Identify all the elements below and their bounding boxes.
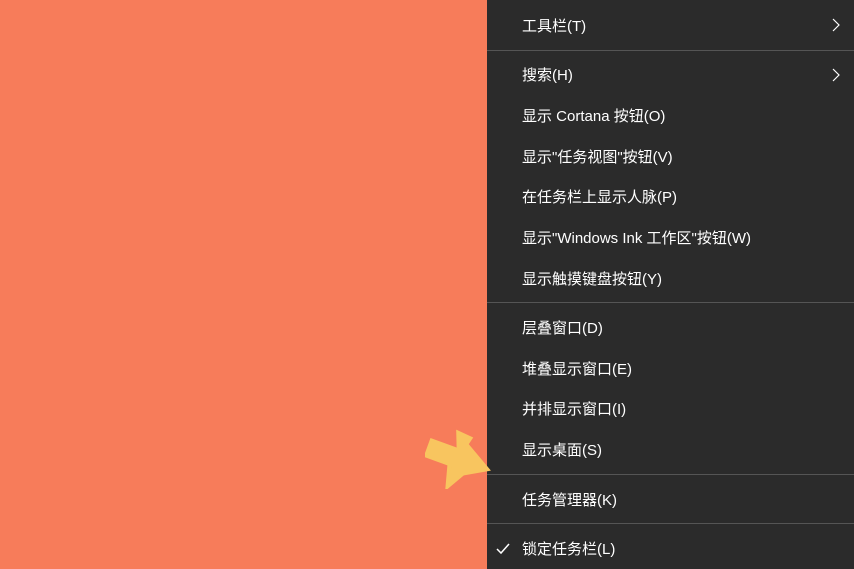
menu-item-show-cortana[interactable]: 显示 Cortana 按钮(O) [487,95,854,136]
menu-item-label: 层叠窗口(D) [522,317,603,338]
menu-separator [487,474,854,475]
menu-item-label: 显示"任务视图"按钮(V) [522,146,673,167]
menu-item-label: 显示 Cortana 按钮(O) [522,105,665,126]
menu-item-lock-taskbar[interactable]: 锁定任务栏(L) [487,528,854,569]
menu-item-show-desktop[interactable]: 显示桌面(S) [487,429,854,470]
menu-item-search[interactable]: 搜索(H) [487,55,854,96]
menu-separator [487,50,854,51]
menu-item-show-windows-ink[interactable]: 显示"Windows Ink 工作区"按钮(W) [487,217,854,258]
chevron-right-icon [832,68,840,82]
menu-item-toolbars[interactable]: 工具栏(T) [487,5,854,46]
menu-item-label: 显示桌面(S) [522,439,602,460]
taskbar-context-menu: 工具栏(T) 搜索(H) 显示 Cortana 按钮(O) 显示"任务视图"按钮… [487,0,854,569]
menu-item-label: 显示"Windows Ink 工作区"按钮(W) [522,227,751,248]
menu-item-label: 并排显示窗口(I) [522,398,626,419]
menu-item-show-people[interactable]: 在任务栏上显示人脉(P) [487,176,854,217]
menu-item-label: 锁定任务栏(L) [522,538,615,559]
menu-item-label: 堆叠显示窗口(E) [522,358,632,379]
menu-item-label: 在任务栏上显示人脉(P) [522,186,677,207]
chevron-right-icon [832,18,840,32]
menu-separator [487,302,854,303]
menu-item-label: 任务管理器(K) [522,489,617,510]
menu-item-side-by-side[interactable]: 并排显示窗口(I) [487,389,854,430]
desktop-background [0,0,487,569]
menu-item-show-touch-keyboard[interactable]: 显示触摸键盘按钮(Y) [487,258,854,299]
menu-item-stack-windows[interactable]: 堆叠显示窗口(E) [487,348,854,389]
checkmark-icon [495,541,511,557]
menu-item-cascade-windows[interactable]: 层叠窗口(D) [487,307,854,348]
menu-item-label: 显示触摸键盘按钮(Y) [522,268,662,289]
pointer-arrow-annotation [425,429,495,489]
menu-separator [487,523,854,524]
menu-item-label: 搜索(H) [522,64,573,85]
menu-item-task-manager[interactable]: 任务管理器(K) [487,479,854,520]
menu-item-show-task-view[interactable]: 显示"任务视图"按钮(V) [487,136,854,177]
menu-item-label: 工具栏(T) [522,15,586,36]
